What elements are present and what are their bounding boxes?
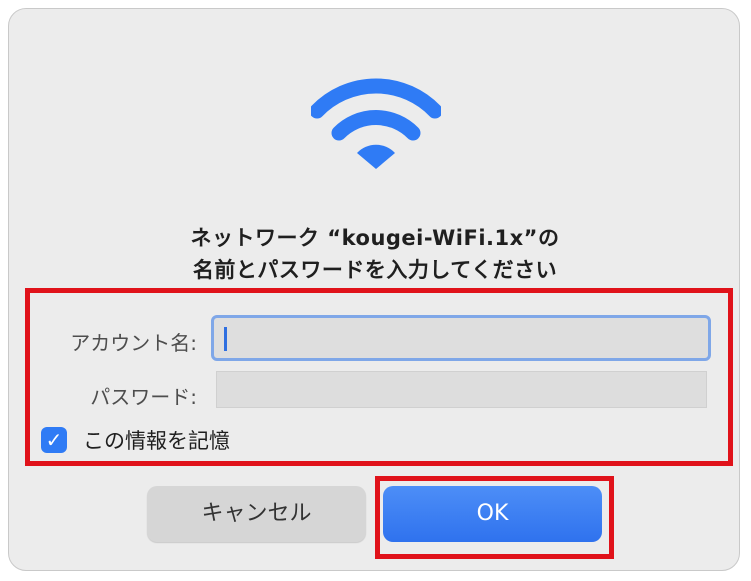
form-highlight-box — [25, 288, 733, 466]
dialog-title-line2: 名前とパスワードを入力してください — [192, 258, 558, 282]
wifi-icon — [311, 78, 441, 169]
wifi-login-dialog: ネットワーク “kougei-WiFi.1x”の 名前とパスワードを入力してくだ… — [8, 8, 740, 571]
dialog-title-line1: ネットワーク “kougei-WiFi.1x”の — [190, 226, 560, 250]
cancel-button[interactable]: キャンセル — [147, 486, 366, 542]
ok-highlight-box — [375, 476, 614, 559]
